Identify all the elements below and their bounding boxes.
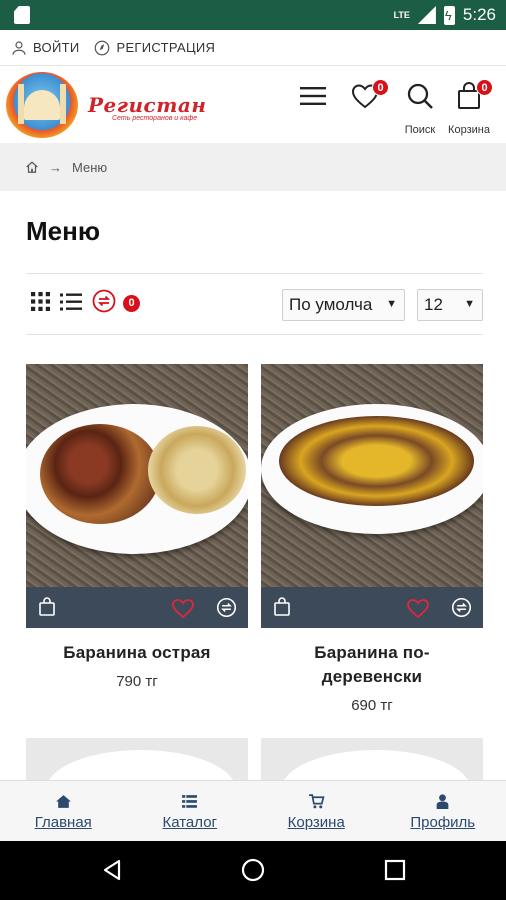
list-view-icon[interactable] — [60, 292, 82, 311]
register-label: РЕГИСТРАЦИЯ — [116, 40, 216, 55]
product-image-partial[interactable] — [26, 738, 248, 782]
brand-logo[interactable] — [6, 72, 78, 138]
add-to-cart-icon[interactable] — [37, 597, 57, 617]
nav-catalog[interactable]: Каталог — [127, 781, 254, 841]
nav-home-label: Главная — [34, 814, 92, 831]
product-card[interactable]: Баранина острая 790 тг — [26, 364, 248, 690]
product-price: 690 тг — [351, 697, 393, 714]
wishlist-count-badge: 0 — [372, 79, 389, 96]
nav-catalog-label: Каталог — [162, 814, 218, 831]
back-icon[interactable] — [100, 858, 124, 882]
breadcrumb: → Меню — [0, 143, 506, 191]
home-icon — [55, 795, 71, 808]
status-bar: LTE 5:26 — [0, 0, 506, 30]
compare-icon[interactable] — [92, 289, 116, 313]
product-card[interactable]: Баранина по-деревенски 690 тг — [261, 364, 483, 714]
page-title: Меню — [26, 216, 101, 246]
dropdown-caret-icon: ▼ — [464, 298, 475, 310]
wishlist-heart-icon[interactable] — [171, 597, 195, 619]
compare-count-badge: 0 — [123, 295, 140, 312]
wishlist-heart-icon[interactable] — [406, 597, 430, 619]
cart-button[interactable]: 0 — [449, 79, 493, 121]
search-icon — [407, 83, 433, 109]
login-link[interactable]: ВОЙТИ — [10, 39, 79, 57]
compass-icon — [95, 40, 110, 55]
product-price: 790 тг — [116, 673, 158, 690]
cart-label[interactable]: Корзина — [439, 124, 499, 136]
add-to-cart-icon[interactable] — [272, 597, 292, 617]
catalog-toolbar: 0 По умолча ▼ 12 ▼ — [26, 273, 483, 335]
product-name[interactable]: Баранина по-деревенски — [261, 641, 483, 689]
hamburger-icon — [300, 87, 326, 105]
brand-name: Регистан — [88, 93, 207, 117]
grid-view-icon[interactable] — [31, 292, 50, 311]
signal-icon — [417, 6, 436, 24]
product-image[interactable] — [261, 364, 483, 587]
sort-select-value: По умолча — [289, 295, 373, 314]
login-label: ВОЙТИ — [33, 40, 80, 55]
cart-count-badge: 0 — [476, 79, 493, 96]
product-actions-bar — [261, 587, 483, 628]
wishlist-button[interactable]: 0 — [345, 79, 389, 121]
nav-cart[interactable]: Корзина — [253, 781, 380, 841]
home-circle-icon[interactable] — [241, 858, 265, 882]
nav-profile-label: Профиль — [410, 814, 476, 831]
product-actions-bar — [26, 587, 248, 628]
bottom-navigation: Главная Каталог Корзина Профиль — [0, 780, 506, 841]
brand-tagline: Сеть ресторанов и кафе — [112, 115, 198, 122]
register-link[interactable]: РЕГИСТРАЦИЯ — [93, 39, 215, 57]
account-bar: ВОЙТИ РЕГИСТРАЦИЯ — [0, 30, 506, 66]
nav-home[interactable]: Главная — [0, 781, 127, 841]
product-image[interactable] — [26, 364, 248, 587]
dropdown-caret-icon: ▼ — [386, 298, 397, 310]
user-icon — [436, 794, 449, 809]
site-header: Регистан Сеть ресторанов и кафе 0 Поиск … — [0, 67, 506, 143]
user-icon — [12, 40, 26, 55]
recents-icon[interactable] — [384, 859, 406, 881]
list-icon — [182, 795, 198, 808]
per-page-select[interactable]: 12 ▼ — [417, 289, 483, 321]
compare-icon[interactable] — [216, 597, 237, 618]
home-icon[interactable] — [25, 160, 39, 174]
sort-select[interactable]: По умолча ▼ — [282, 289, 405, 321]
per-page-value: 12 — [424, 295, 443, 314]
cart-icon — [308, 794, 325, 809]
status-time: 5:26 — [462, 5, 496, 24]
menu-button[interactable] — [293, 81, 333, 121]
battery-icon — [443, 5, 455, 25]
search-button[interactable] — [400, 81, 440, 121]
product-name[interactable]: Баранина острая — [26, 641, 248, 665]
product-image-partial[interactable] — [261, 738, 483, 782]
sim-card-icon — [14, 6, 30, 24]
brand-text[interactable]: Регистан Сеть ресторанов и кафе — [88, 93, 206, 122]
network-type: LTE — [393, 9, 410, 20]
system-navigation-bar — [0, 841, 506, 900]
nav-cart-label: Корзина — [287, 814, 345, 831]
breadcrumb-separator-icon: → — [49, 159, 62, 175]
breadcrumb-current: Меню — [72, 159, 108, 175]
nav-profile[interactable]: Профиль — [380, 781, 506, 841]
compare-icon[interactable] — [451, 597, 472, 618]
